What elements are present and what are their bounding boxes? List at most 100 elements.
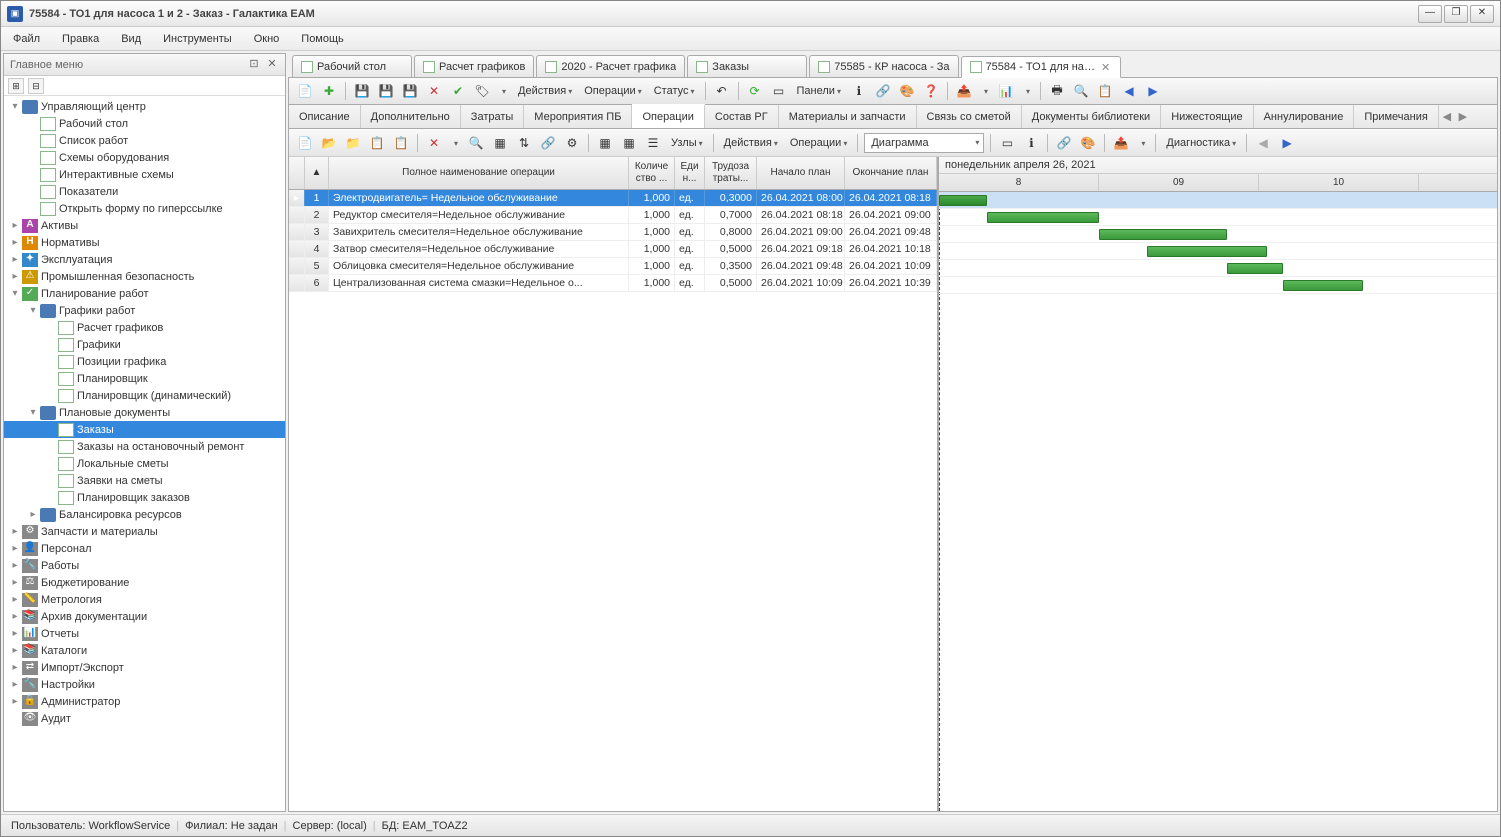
saveall-icon[interactable]: 💾 (400, 81, 420, 101)
expand-icon[interactable]: ▾ (28, 305, 38, 316)
gantt-row[interactable] (939, 209, 1497, 226)
op-link-icon[interactable]: 🔗 (538, 133, 558, 153)
tree-item[interactable]: ▸📚Архив документации (4, 608, 285, 625)
expand-icon[interactable]: ▸ (10, 679, 20, 690)
table-row[interactable]: 3Завихритель смесителя=Недельное обслужи… (289, 224, 937, 241)
tree-item[interactable]: Список работ (4, 132, 285, 149)
tree-item[interactable]: ▸👤Персонал (4, 540, 285, 557)
tree-item[interactable]: Заказы на остановочный ремонт (4, 438, 285, 455)
tree-item[interactable]: Графики (4, 336, 285, 353)
gantt-body[interactable] (939, 192, 1497, 811)
tree-item[interactable]: Схемы оборудования (4, 149, 285, 166)
expand-icon[interactable]: ▸ (10, 543, 20, 554)
op-add-icon[interactable]: 📂 (319, 133, 339, 153)
gantt-bar[interactable] (987, 212, 1099, 223)
sub-tab[interactable]: Связь со сметой (917, 105, 1022, 128)
gantt-row[interactable] (939, 260, 1497, 277)
sub-tab[interactable]: Затраты (461, 105, 525, 128)
delete-icon[interactable]: ✕ (424, 81, 444, 101)
tree-item[interactable]: Расчет графиков (4, 319, 285, 336)
menu-Окно[interactable]: Окно (250, 31, 284, 47)
tree-item[interactable]: Показатели (4, 183, 285, 200)
export-icon[interactable]: 📤 (954, 81, 974, 101)
save2-icon[interactable]: 💾 (376, 81, 396, 101)
expand-icon[interactable]: ▸ (10, 560, 20, 571)
tree-item[interactable]: ▸⇄Импорт/Экспорт (4, 659, 285, 676)
expand-icon[interactable]: ▸ (10, 254, 20, 265)
tree-item[interactable]: ▾Графики работ (4, 302, 285, 319)
undo-icon[interactable]: ↶ (712, 81, 732, 101)
tree-item[interactable]: ▸🔧Работы (4, 557, 285, 574)
tree-item[interactable]: ▾Плановые документы (4, 404, 285, 421)
doc-tab[interactable]: 2020 - Расчет графика (536, 55, 685, 77)
tree-icon[interactable]: 🏷 (472, 81, 492, 101)
inner-ops-dropdown[interactable]: Операции (786, 137, 851, 149)
tree-item[interactable]: Планировщик (динамический) (4, 387, 285, 404)
sidebar-close-icon[interactable]: ✕ (265, 58, 279, 72)
close-button[interactable]: ✕ (1470, 5, 1494, 23)
page-icon[interactable]: 📋 (1095, 81, 1115, 101)
gantt-bar[interactable] (1147, 246, 1267, 257)
gantt-row[interactable] (939, 192, 1497, 209)
maximize-button[interactable]: ❐ (1444, 5, 1468, 23)
tree-item[interactable]: Заявки на сметы (4, 472, 285, 489)
op-sort-icon[interactable]: ⇅ (514, 133, 534, 153)
tree-item[interactable]: Планировщик заказов (4, 489, 285, 506)
tree-item[interactable]: Планировщик (4, 370, 285, 387)
tree-item[interactable]: ▾✓Планирование работ (4, 285, 285, 302)
table-row[interactable]: 2Редуктор смесителя=Недельное обслуживан… (289, 207, 937, 224)
info-icon[interactable]: ℹ (849, 81, 869, 101)
check-icon[interactable]: ✔ (448, 81, 468, 101)
doc-tab[interactable]: Заказы (687, 55, 807, 77)
tree-item[interactable]: ▸ННормативы (4, 234, 285, 251)
menu-Помощь[interactable]: Помощь (297, 31, 348, 47)
expand-icon[interactable]: ▾ (28, 407, 38, 418)
sub-tab[interactable]: Состав РГ (705, 105, 779, 128)
diagnostics-dropdown[interactable]: Диагностика (1162, 137, 1240, 149)
tree-item[interactable]: ▸📏Метрология (4, 591, 285, 608)
tree-item[interactable]: 👁Аудит (4, 710, 285, 727)
gantt-palette-icon[interactable]: 🎨 (1078, 133, 1098, 153)
table-row[interactable]: 5Облицовка смесителя=Недельное обслужива… (289, 258, 937, 275)
actions-dropdown[interactable]: Действия (514, 85, 576, 97)
chart-icon[interactable]: 📊 (996, 81, 1016, 101)
expand-icon[interactable]: ▸ (10, 237, 20, 248)
refresh-icon[interactable]: ⟳ (745, 81, 765, 101)
collapse-all-button[interactable]: ⊟ (28, 78, 44, 94)
tab-close-icon[interactable]: ✕ (1100, 61, 1112, 74)
header-end[interactable]: Окончание план (845, 157, 937, 189)
sub-tab[interactable]: Дополнительно (361, 105, 461, 128)
tree-item[interactable]: ▸⚙Запчасти и материалы (4, 523, 285, 540)
print-icon[interactable]: 🖶 (1047, 81, 1067, 101)
menu-Правка[interactable]: Правка (58, 31, 103, 47)
gantt-export-dropdown[interactable] (1135, 137, 1149, 149)
op-new-icon[interactable]: 📄 (295, 133, 315, 153)
expand-icon[interactable]: ▸ (10, 594, 20, 605)
doc-tab[interactable]: Расчет графиков (414, 55, 534, 77)
menu-Инструменты[interactable]: Инструменты (159, 31, 236, 47)
header-start[interactable]: Начало план (757, 157, 845, 189)
link-icon[interactable]: 🔗 (873, 81, 893, 101)
sub-tab[interactable]: Материалы и запчасти (779, 105, 917, 128)
tree-item[interactable]: ▸ААктивы (4, 217, 285, 234)
chart-dropdown[interactable] (1020, 85, 1034, 97)
gantt-bar[interactable] (1099, 229, 1227, 240)
sub-tab[interactable]: Аннулирование (1254, 105, 1355, 128)
expand-icon[interactable]: ▸ (10, 628, 20, 639)
gantt-row[interactable] (939, 226, 1497, 243)
op-list-icon[interactable]: ☰ (643, 133, 663, 153)
table-row[interactable]: ▸1Электродвигатель= Недельное обслуживан… (289, 190, 937, 207)
expand-icon[interactable]: ▸ (10, 577, 20, 588)
gantt-row[interactable] (939, 243, 1497, 260)
operations-dropdown[interactable]: Операции (580, 85, 645, 97)
tree-item[interactable]: ▸Балансировка ресурсов (4, 506, 285, 523)
menu-Вид[interactable]: Вид (117, 31, 145, 47)
add-icon[interactable]: ✚ (319, 81, 339, 101)
preview-icon[interactable]: 🔍 (1071, 81, 1091, 101)
expand-icon[interactable]: ▸ (10, 611, 20, 622)
gantt-prev-icon[interactable]: ◀ (1253, 133, 1273, 153)
gantt-bar[interactable] (1283, 280, 1363, 291)
palette-icon[interactable]: 🎨 (897, 81, 917, 101)
doc-tab[interactable]: Рабочий стол (292, 55, 412, 77)
expand-all-button[interactable]: ⊞ (8, 78, 24, 94)
